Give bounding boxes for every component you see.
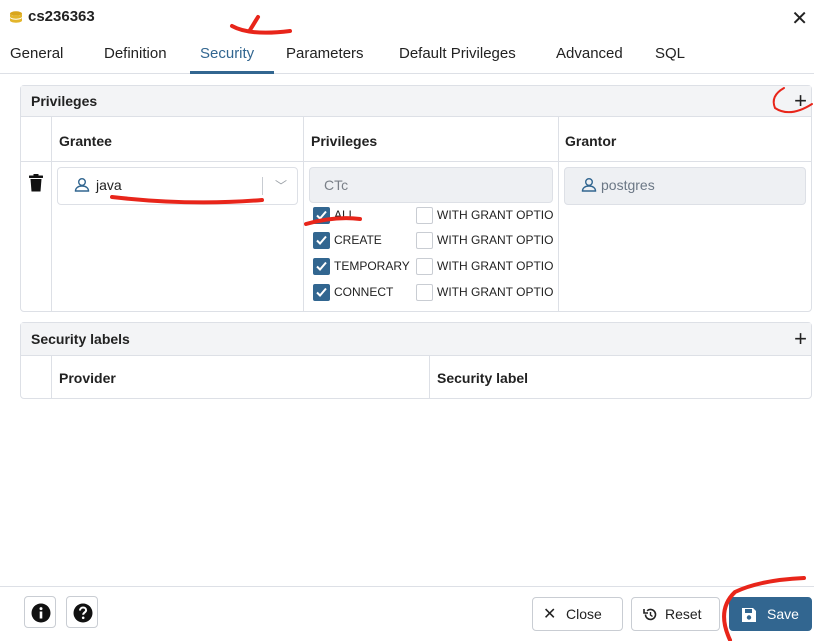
privileges-header: Privileges +	[21, 86, 811, 117]
reset-button-label: Reset	[665, 606, 702, 622]
help-button[interactable]	[66, 596, 98, 628]
privilege-connect-label: CONNECT	[334, 285, 394, 299]
save-icon	[742, 608, 756, 622]
save-button[interactable]: Save	[729, 597, 812, 631]
divider	[558, 117, 559, 311]
info-button[interactable]	[24, 596, 56, 628]
column-header-grantor: Grantor	[565, 133, 617, 149]
close-x-icon: ✕	[543, 606, 557, 623]
dialog-titlebar: cs236363 ✕	[0, 0, 814, 38]
user-icon	[581, 178, 597, 192]
info-icon	[31, 603, 51, 623]
chevron-down-icon[interactable]: ﹀	[275, 177, 287, 194]
close-icon[interactable]: ✕	[791, 6, 808, 31]
user-icon	[74, 178, 90, 192]
database-icon	[10, 11, 22, 23]
column-header-grantee: Grantee	[59, 133, 112, 149]
checkmark-icon	[316, 235, 327, 245]
tab-default-privileges[interactable]: Default Privileges	[399, 45, 516, 62]
privilege-all-checkbox[interactable]	[313, 207, 330, 224]
add-security-label-icon[interactable]: +	[794, 328, 807, 350]
privileges-input[interactable]: CTc	[309, 167, 553, 203]
grantor-field: postgres	[564, 167, 806, 205]
checkmark-icon	[316, 261, 327, 271]
tab-bar: General Definition Security Parameters D…	[0, 38, 814, 74]
tab-definition[interactable]: Definition	[104, 45, 167, 62]
trash-icon[interactable]	[29, 174, 43, 192]
grant-option-all-checkbox[interactable]	[416, 207, 433, 224]
select-separator	[262, 177, 263, 195]
tab-parameters[interactable]: Parameters	[286, 45, 364, 62]
column-header-security-label: Security label	[437, 370, 529, 386]
privilege-create-checkbox[interactable]	[313, 232, 330, 249]
divider	[51, 117, 52, 311]
tab-advanced[interactable]: Advanced	[556, 45, 623, 62]
security-labels-title: Security labels	[31, 331, 130, 347]
reset-button[interactable]: Reset	[631, 597, 720, 631]
help-icon	[73, 603, 93, 623]
grant-option-temporary-label: WITH GRANT OPTIO	[437, 259, 554, 273]
grant-option-create-checkbox[interactable]	[416, 232, 433, 249]
grant-option-create-label: WITH GRANT OPTIO	[437, 233, 554, 247]
security-labels-header: Security labels +	[21, 323, 811, 356]
column-header-privileges: Privileges	[311, 133, 378, 149]
grant-option-connect-label: WITH GRANT OPTIO	[437, 285, 554, 299]
privilege-connect-checkbox[interactable]	[313, 284, 330, 301]
close-button[interactable]: ✕ Close	[532, 597, 623, 631]
grant-option-connect-checkbox[interactable]	[416, 284, 433, 301]
privilege-all-label: ALL	[334, 208, 356, 222]
grantor-value: postgres	[601, 177, 655, 193]
grantee-value: java	[96, 177, 122, 193]
close-button-label: Close	[566, 606, 602, 622]
grant-option-temporary-checkbox[interactable]	[416, 258, 433, 275]
dialog-title: cs236363	[28, 8, 95, 25]
tab-sql[interactable]: SQL	[655, 45, 685, 62]
divider	[429, 356, 430, 398]
grant-option-all-label: WITH GRANT OPTIO	[437, 208, 554, 222]
reset-icon	[643, 608, 657, 621]
divider	[51, 356, 52, 398]
divider	[21, 161, 811, 162]
privilege-temporary-checkbox[interactable]	[313, 258, 330, 275]
tab-security[interactable]: Security	[200, 45, 254, 62]
grantee-select[interactable]: java ﹀	[57, 167, 298, 205]
privileges-value: CTc	[324, 177, 349, 193]
checkmark-icon	[316, 210, 327, 220]
security-labels-panel: Security labels +	[20, 322, 812, 399]
tab-general[interactable]: General	[10, 45, 63, 62]
column-header-provider: Provider	[59, 370, 116, 386]
privilege-temporary-label: TEMPORARY	[334, 259, 410, 273]
privilege-create-label: CREATE	[334, 233, 382, 247]
divider	[303, 117, 304, 311]
active-tab-indicator	[190, 71, 274, 74]
save-button-label: Save	[767, 606, 799, 622]
privileges-title: Privileges	[31, 93, 98, 109]
checkmark-icon	[316, 287, 327, 297]
add-privilege-icon[interactable]: +	[794, 90, 807, 112]
